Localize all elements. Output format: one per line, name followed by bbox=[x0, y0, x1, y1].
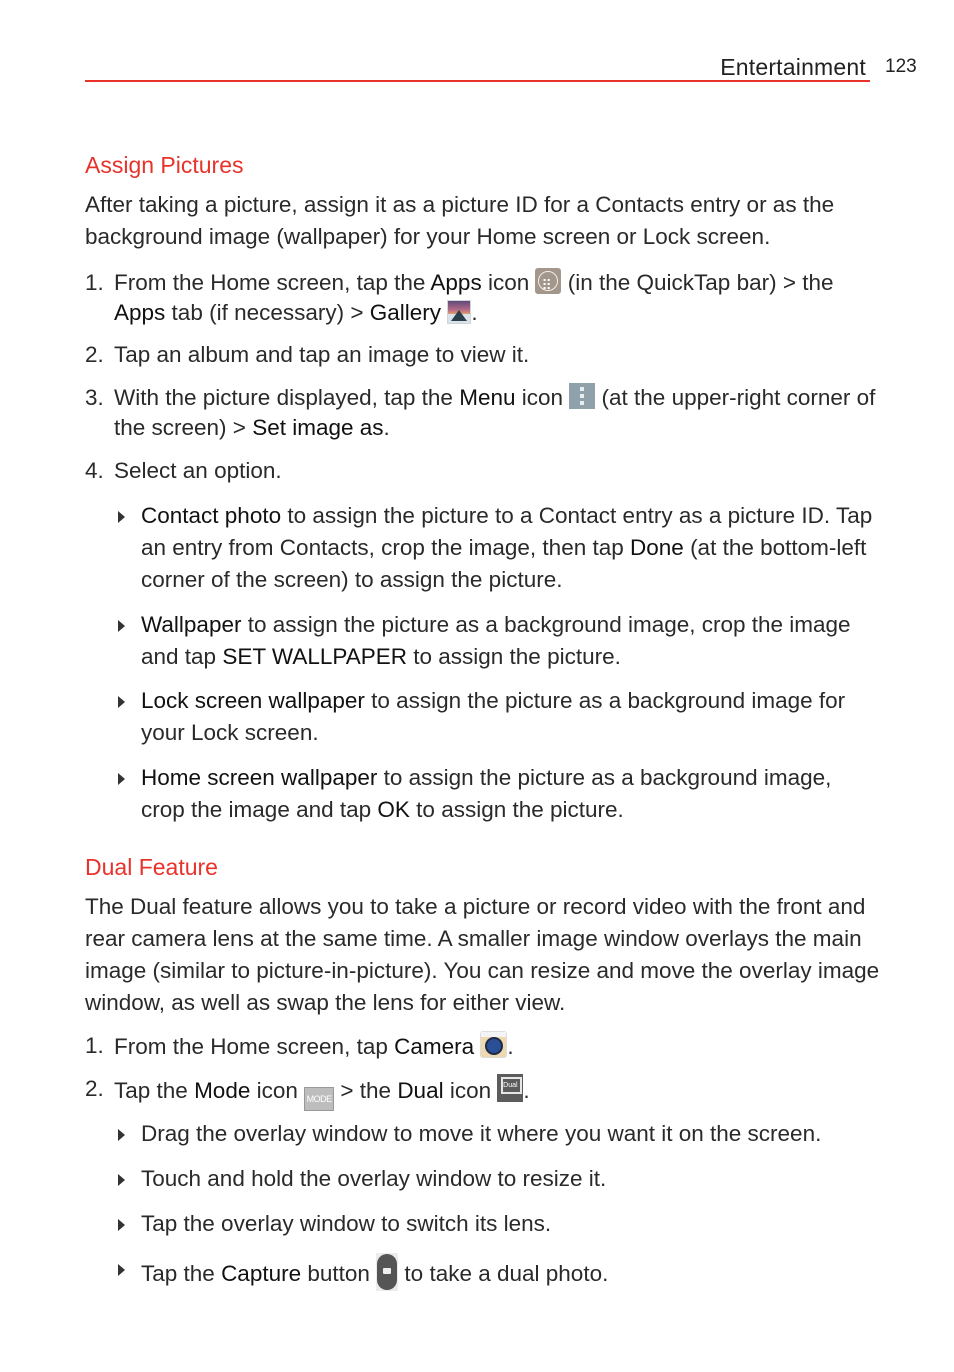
step-3: 3. With the picture displayed, tap the M… bbox=[85, 383, 885, 443]
section-title-assign-pictures: Assign Pictures bbox=[85, 152, 244, 178]
dual-option-switch-lens: Tap the overlay window to switch its len… bbox=[118, 1208, 878, 1240]
step-text: . bbox=[471, 300, 478, 325]
dual-icon-label: Dual bbox=[503, 1082, 518, 1089]
step-text: tab (if necessary) > bbox=[165, 300, 370, 325]
ui-term-set-image-as: Set image as bbox=[252, 415, 384, 440]
option-text: Tap the bbox=[141, 1261, 222, 1286]
step-4: 4. Select an option. bbox=[85, 456, 885, 486]
option-text: Tap the overlay window to switch its len… bbox=[141, 1211, 552, 1236]
ui-term-dual: Dual bbox=[397, 1078, 444, 1103]
step-number: 4. bbox=[85, 458, 104, 483]
ui-term-capture: Capture bbox=[221, 1261, 302, 1286]
step-text: icon bbox=[515, 385, 570, 410]
ui-term-gallery: Gallery bbox=[369, 300, 442, 325]
ui-term-done: Done bbox=[630, 535, 684, 560]
dual-option-capture: Tap the Capture button to take a dual ph… bbox=[118, 1253, 878, 1291]
ui-term-ok: OK bbox=[377, 797, 410, 822]
dual-step-1: 1. From the Home screen, tap Camera . bbox=[85, 1031, 885, 1062]
mode-icon: MODE bbox=[304, 1087, 335, 1111]
dual-option-resize: Touch and hold the overlay window to res… bbox=[118, 1163, 878, 1195]
step-text: Tap the bbox=[114, 1078, 195, 1103]
ui-term-apps: Apps bbox=[430, 270, 482, 295]
ui-term-home-screen-wallpaper: Home screen wallpaper bbox=[141, 765, 378, 790]
ui-term-mode: Mode bbox=[194, 1078, 251, 1103]
option-text: to assign the picture. bbox=[409, 797, 624, 822]
option-text: to take a dual photo. bbox=[398, 1261, 609, 1286]
option-home-screen-wallpaper: Home screen wallpaper to assign the pict… bbox=[118, 762, 878, 826]
bullet-arrow-icon bbox=[118, 696, 125, 708]
step-number: 2. bbox=[85, 1076, 104, 1101]
ui-term-menu: Menu bbox=[459, 385, 516, 410]
camera-icon bbox=[480, 1031, 508, 1058]
header-rule bbox=[85, 80, 870, 82]
step-text: . bbox=[507, 1034, 514, 1059]
section-title-dual-feature: Dual Feature bbox=[85, 854, 218, 880]
dual-option-drag: Drag the overlay window to move it where… bbox=[118, 1118, 878, 1150]
dual-icon: Dual bbox=[497, 1074, 524, 1102]
ui-term-lock-screen-wallpaper: Lock screen wallpaper bbox=[141, 688, 365, 713]
option-wallpaper: Wallpaper to assign the picture as a bac… bbox=[118, 609, 878, 673]
menu-icon bbox=[569, 383, 596, 409]
step-text: . bbox=[523, 1078, 530, 1103]
ui-term-wallpaper: Wallpaper bbox=[141, 612, 242, 637]
dual-step-2: 2. Tap the Mode icon MODE > the Dual ico… bbox=[85, 1074, 885, 1111]
option-lock-screen-wallpaper: Lock screen wallpaper to assign the pict… bbox=[118, 685, 878, 749]
step-2: 2. Tap an album and tap an image to view… bbox=[85, 340, 885, 370]
step-text: (in the QuickTap bar) > the bbox=[561, 270, 834, 295]
step-number: 1. bbox=[85, 270, 104, 295]
ui-term-apps-tab: Apps bbox=[114, 300, 166, 325]
step-text: icon bbox=[443, 1078, 498, 1103]
apps-icon bbox=[535, 268, 562, 300]
step-text: Select an option. bbox=[114, 458, 282, 483]
ui-term-camera: Camera bbox=[394, 1034, 475, 1059]
chapter-title: Entertainment bbox=[720, 54, 866, 80]
ui-term-set-wallpaper: SET WALLPAPER bbox=[222, 644, 407, 669]
page-number: 123 bbox=[885, 56, 917, 77]
option-text: to assign the picture. bbox=[406, 644, 621, 669]
option-contact-photo: Contact photo to assign the picture to a… bbox=[118, 500, 878, 596]
bullet-arrow-icon bbox=[118, 511, 125, 523]
step-text: > the bbox=[334, 1078, 398, 1103]
bullet-arrow-icon bbox=[118, 773, 125, 785]
option-text: Touch and hold the overlay window to res… bbox=[141, 1166, 607, 1191]
option-text: Drag the overlay window to move it where… bbox=[141, 1121, 822, 1146]
option-text: button bbox=[301, 1261, 377, 1286]
step-number: 3. bbox=[85, 385, 104, 410]
bullet-arrow-icon bbox=[118, 620, 125, 632]
step-text: From the Home screen, tap the bbox=[114, 270, 431, 295]
step-text: . bbox=[383, 415, 390, 440]
bullet-arrow-icon bbox=[118, 1219, 125, 1231]
bullet-arrow-icon bbox=[118, 1264, 125, 1276]
step-text: With the picture displayed, tap the bbox=[114, 385, 460, 410]
gallery-icon bbox=[447, 300, 472, 324]
step-1: 1. From the Home screen, tap the Apps ic… bbox=[85, 268, 885, 328]
step-number: 1. bbox=[85, 1033, 104, 1058]
assign-pictures-intro: After taking a picture, assign it as a p… bbox=[85, 192, 835, 249]
step-text: From the Home screen, tap bbox=[114, 1034, 395, 1059]
step-number: 2. bbox=[85, 342, 104, 367]
step-text: Tap an album and tap an image to view it… bbox=[114, 342, 530, 367]
dual-feature-intro: The Dual feature allows you to take a pi… bbox=[85, 894, 880, 1015]
bullet-arrow-icon bbox=[118, 1129, 125, 1141]
capture-button-icon bbox=[376, 1253, 399, 1291]
ui-term-contact-photo: Contact photo bbox=[141, 503, 282, 528]
step-text: icon bbox=[481, 270, 536, 295]
bullet-arrow-icon bbox=[118, 1174, 125, 1186]
step-text: icon bbox=[250, 1078, 305, 1103]
